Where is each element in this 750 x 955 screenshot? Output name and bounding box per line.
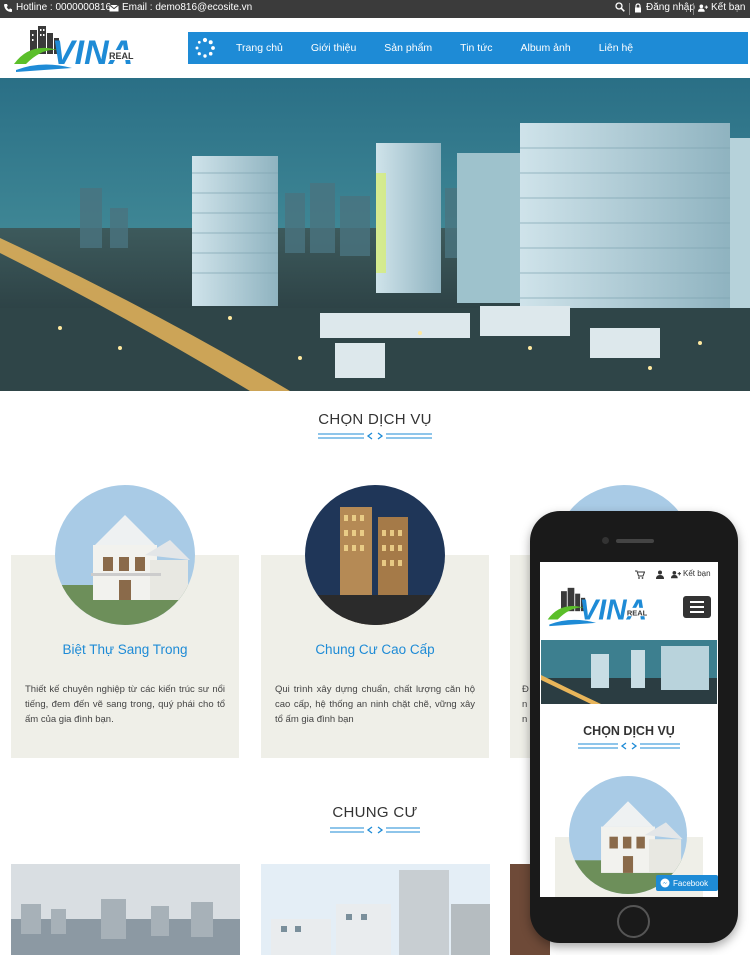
email-text: Email : demo816@ecosite.vn [122,2,253,13]
services-section-title: CHỌN DỊCH VỤ [318,411,432,428]
menu-toggle-button[interactable] [188,32,222,64]
phone-icon [4,3,12,12]
separator [693,3,694,15]
envelope-icon [109,4,119,11]
section-divider [318,432,432,440]
nav-about[interactable]: Giới thiệu [297,42,370,54]
header: VINA REAL Trang chủ Giới thiệu Sản phẩm … [0,18,750,78]
apartment-description: Qui trình xây dựng chuẩn, chất lượng căn… [275,684,475,725]
chevrons-icon [366,826,384,834]
search-icon [615,2,625,12]
apartment-thumb-2[interactable] [261,864,490,955]
phone-camera [602,537,609,544]
separator [629,3,630,15]
mobile-menu-button[interactable] [683,596,711,618]
villa-title[interactable]: Biệt Thự Sang Trong [11,642,239,657]
apartment-title[interactable]: Chung Cư Cao Cấp [261,642,489,657]
main-nav: Trang chủ Giới thiệu Sản phẩm Tin tức Al… [188,32,748,64]
user-icon[interactable] [656,570,664,579]
third-description-fragment: Đ n n [522,684,529,725]
apartment-image[interactable] [305,485,445,625]
mobile-register-label[interactable]: Kết bạn [683,569,711,578]
mobile-services-title: CHỌN DỊCH VỤ [583,724,675,738]
section-divider [330,826,420,834]
city-skyline-image [0,78,750,391]
hero-banner [0,78,750,391]
register-link[interactable]: Kết bạn [698,2,745,13]
lock-icon [635,2,641,12]
mobile-site-logo[interactable]: VINA REAL [546,586,676,628]
cart-icon[interactable] [635,570,645,579]
register-label: Kết bạn [711,2,746,13]
nav-home[interactable]: Trang chủ [222,42,297,54]
villa-image[interactable] [55,485,195,625]
mobile-screen: Kết bạn VINA REAL CHỌN DỊCH VỤ Facebook [540,562,718,897]
mobile-top-bar: Kết bạn [540,568,718,582]
hotline[interactable]: Hotline : 0000000816 [3,2,111,13]
apartment-thumb-1[interactable] [11,864,240,955]
villa-description: Thiết kế chuyên nghiệp từ các kiến trúc … [25,684,225,725]
nav-products[interactable]: Sản phẩm [370,42,446,54]
facebook-label: Facebook [673,878,709,888]
hotline-text: Hotline : 0000000816 [16,2,112,13]
hamburger-icon [690,601,704,613]
messenger-icon [660,878,670,888]
add-user-icon [698,4,708,12]
email[interactable]: Email : demo816@ecosite.vn [109,2,252,13]
mobile-hero-banner [541,640,717,704]
chevrons-icon [620,742,638,750]
nav-news[interactable]: Tin tức [446,42,506,54]
spinner-menu-icon [195,37,215,58]
nav-contact[interactable]: Liên hệ [585,42,647,54]
search-button[interactable] [615,2,625,12]
svg-text:REAL: REAL [109,51,134,61]
top-bar: Hotline : 0000000816 Email : demo816@eco… [0,0,750,18]
mobile-preview-phone: Kết bạn VINA REAL CHỌN DỊCH VỤ Facebook [530,511,738,943]
nav-album[interactable]: Album ảnh [506,42,584,54]
login-label: Đăng nhập [646,2,695,13]
phone-speaker [616,539,654,543]
mobile-section-divider [578,742,680,750]
login-link[interactable]: Đăng nhập [633,2,695,13]
chevrons-icon [366,432,384,440]
svg-text:REAL: REAL [627,608,648,617]
site-logo[interactable]: VINA REAL [12,24,168,74]
add-user-icon[interactable] [671,570,681,579]
phone-home-button [617,905,650,938]
facebook-chat-button[interactable]: Facebook [656,875,718,891]
